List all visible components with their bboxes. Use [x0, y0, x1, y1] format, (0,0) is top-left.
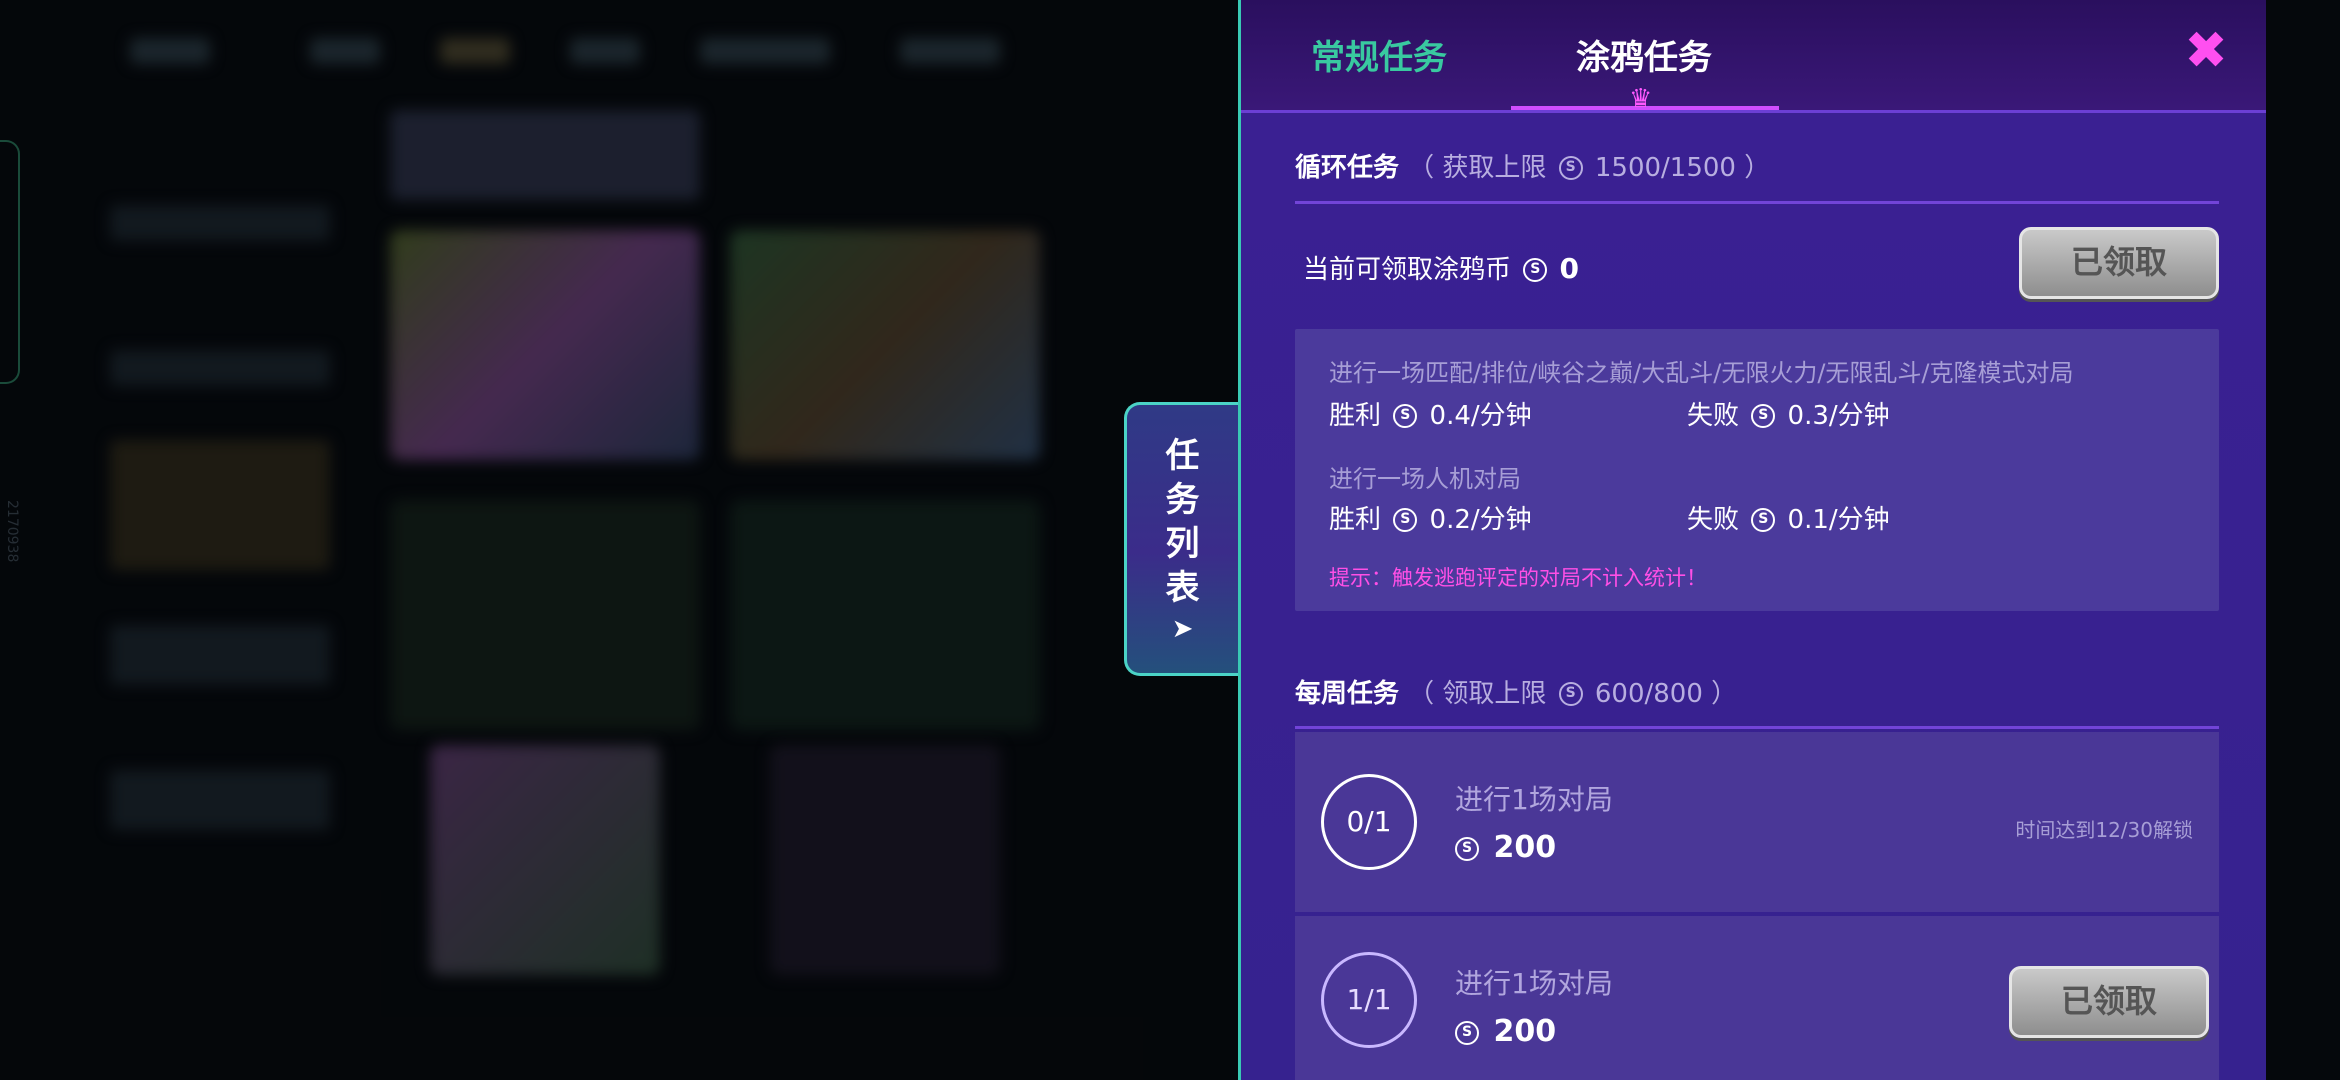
cyclic-section-title: 循环任务 （ 获取上限 1500/1500 ） — [1295, 147, 1770, 184]
coin-icon — [1523, 258, 1548, 282]
weekly-task-card: 0/1 进行1场对局 200 时间达到12/30解锁 — [1295, 732, 2219, 912]
tab-graffiti-tasks[interactable]: 涂鸦任务 — [1576, 30, 1712, 79]
weekly-task-card: 1/1 进行1场对局 200 已领取 — [1295, 916, 2219, 1080]
claim-weekly-button[interactable]: 已领取 — [2009, 966, 2209, 1038]
background-dim-overlay — [0, 0, 1240, 1080]
coin-icon — [1393, 404, 1418, 428]
tab-regular-tasks[interactable]: 常规任务 — [1311, 30, 1447, 79]
task-panel: 常规任务 涂鸦任务 ♛ ✖ 循环任务 （ 获取上限 1500/1500 ） 当前… — [1238, 0, 2266, 1080]
tip-text: 提示：触发逃跑评定的对局不计入统计！ — [1329, 566, 1707, 590]
current-claimable: 当前可领取涂鸦币 0 — [1303, 249, 1579, 286]
coin-icon — [1558, 682, 1583, 706]
coin-icon — [1455, 1021, 1479, 1045]
win-rate-2: 胜利 0.2/分钟 — [1329, 499, 1532, 536]
bot-rule-text: 进行一场人机对局 — [1329, 465, 1521, 493]
task-reward: 200 — [1455, 830, 1556, 865]
coin-icon — [1558, 156, 1583, 180]
tab-indicator-icon: ♛ — [1629, 84, 1653, 114]
coin-icon — [1393, 508, 1418, 532]
cyclic-info-box: 进行一场匹配/排位/峡谷之巅/大乱斗/无限火力/无限乱斗/克隆模式对局 胜利 0… — [1295, 329, 2219, 611]
claim-cyclic-button[interactable]: 已领取 — [2019, 227, 2219, 299]
task-title: 进行1场对局 — [1455, 783, 1613, 816]
match-rule-text: 进行一场匹配/排位/峡谷之巅/大乱斗/无限火力/无限乱斗/克隆模式对局 — [1329, 359, 2074, 387]
background-screen: 2170938 — [0, 0, 1240, 1080]
lose-rate-2: 失败 0.1/分钟 — [1687, 499, 1890, 536]
progress-circle: 0/1 — [1321, 774, 1417, 870]
progress-circle: 1/1 — [1321, 952, 1417, 1048]
weekly-section-title: 每周任务 （ 领取上限 600/800 ） — [1295, 673, 1737, 710]
close-icon[interactable]: ✖ — [2181, 25, 2231, 77]
handle-label: 任 务 列 表 — [1165, 436, 1200, 608]
coin-icon — [1751, 404, 1776, 428]
section-divider — [1295, 726, 2219, 729]
panel-header: 常规任务 涂鸦任务 ♛ ✖ — [1241, 0, 2266, 114]
unlock-status: 时间达到12/30解锁 — [2015, 818, 2193, 842]
task-list-handle[interactable]: 任 务 列 表 ➤ — [1124, 402, 1238, 676]
task-reward: 200 — [1455, 1014, 1556, 1049]
lose-rate-1: 失败 0.3/分钟 — [1687, 395, 1890, 432]
task-title: 进行1场对局 — [1455, 967, 1613, 1000]
win-rate-1: 胜利 0.4/分钟 — [1329, 395, 1532, 432]
coin-icon — [1455, 837, 1479, 861]
coin-icon — [1751, 508, 1776, 532]
chevron-icon: ➤ — [1171, 614, 1194, 644]
panel-body: 循环任务 （ 获取上限 1500/1500 ） 当前可领取涂鸦币 0 已领取 进… — [1241, 113, 2266, 1080]
section-divider — [1295, 201, 2219, 204]
